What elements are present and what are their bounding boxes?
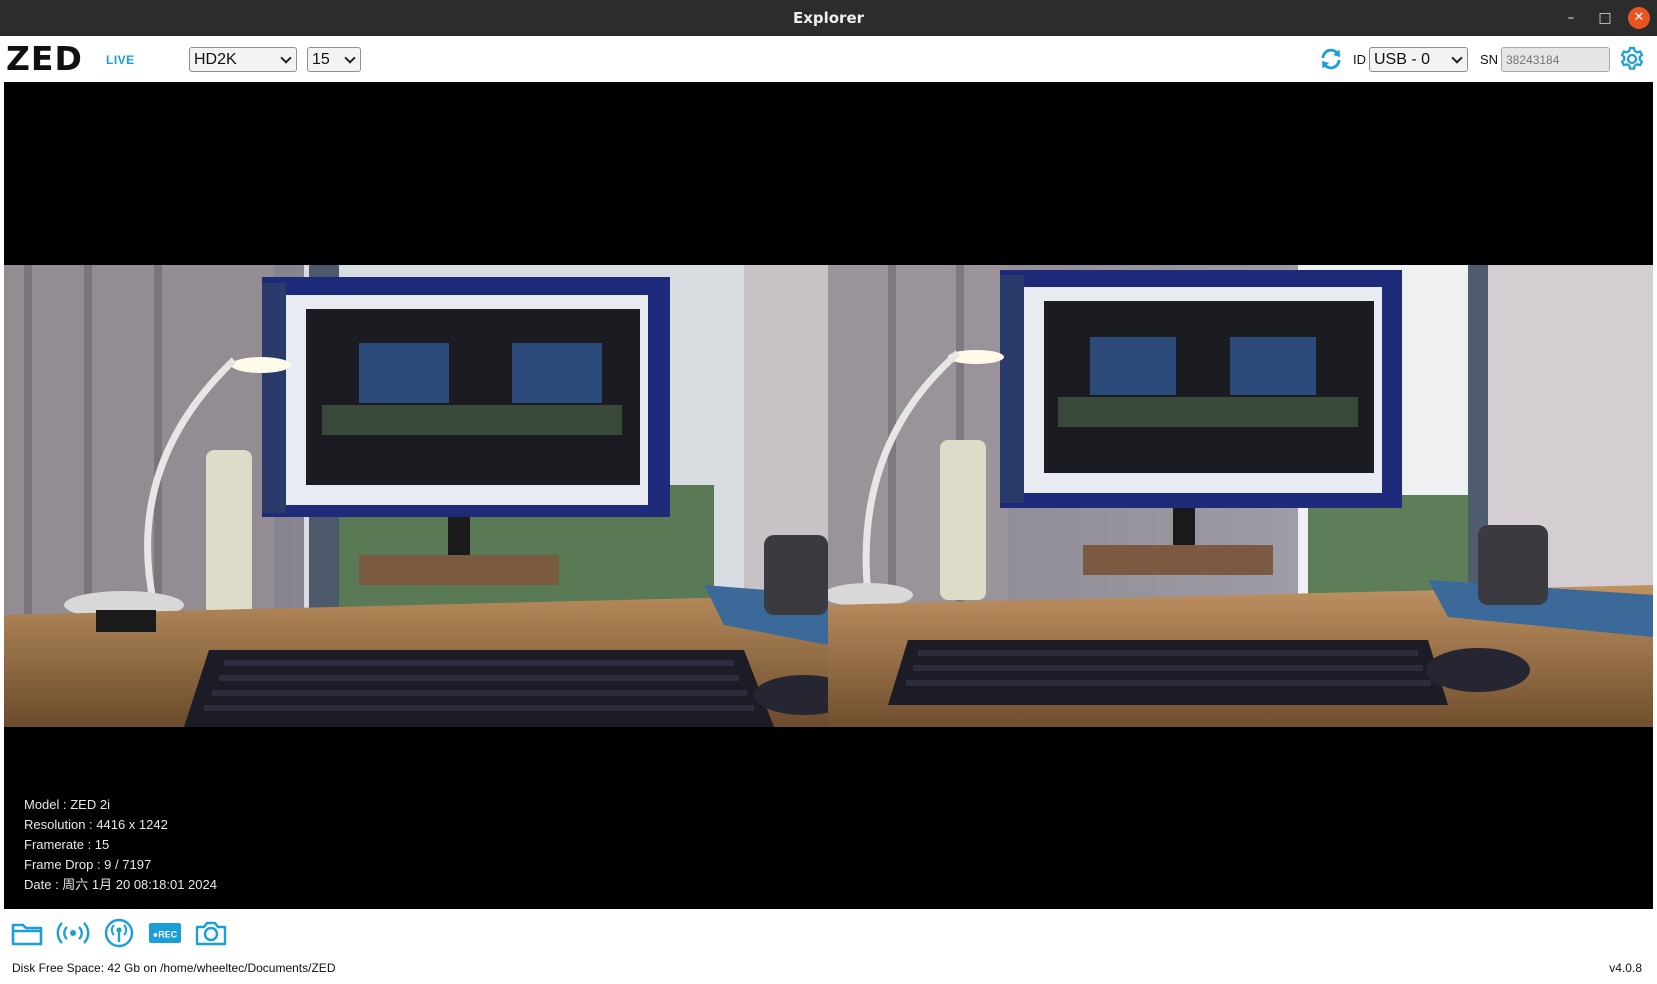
id-label: ID <box>1353 52 1366 67</box>
camera-icon[interactable] <box>194 918 228 948</box>
framerate-value: 15 <box>312 51 330 68</box>
serial-number-field[interactable] <box>1501 47 1610 72</box>
window-title: Explorer <box>792 9 865 27</box>
zed-logo: ZED <box>6 39 83 78</box>
maximize-button[interactable]: □ <box>1594 7 1616 29</box>
framerate-select[interactable]: 15 <box>307 47 361 72</box>
info-framerate: Framerate : 15 <box>24 837 110 852</box>
live-indicator: LIVE <box>106 53 135 67</box>
chevron-down-icon <box>344 52 356 64</box>
left-camera-frame <box>4 265 828 727</box>
record-icon[interactable]: ●REC <box>148 918 182 948</box>
info-date: Date : 周六 1月 20 08:18:01 2024 <box>24 877 217 892</box>
stream-icon[interactable] <box>56 918 90 948</box>
title-bar: Explorer – □ ✕ <box>0 0 1657 36</box>
resolution-value: HD2K <box>194 51 237 68</box>
folder-icon[interactable] <box>10 918 44 948</box>
info-resolution: Resolution : 4416 x 1242 <box>24 817 168 832</box>
right-camera-frame <box>828 265 1653 727</box>
broadcast-icon[interactable] <box>102 918 136 948</box>
toolbar: ZED LIVE HD2K 15 ID USB - 0 SN <box>0 36 1657 82</box>
disk-free-space: Disk Free Space: 42 Gb on /home/wheeltec… <box>12 961 336 975</box>
camera-id-select[interactable]: USB - 0 <box>1369 47 1468 72</box>
video-viewport: Model : ZED 2i Resolution : 4416 x 1242 … <box>4 82 1653 909</box>
minimize-button[interactable]: – <box>1560 7 1582 29</box>
info-model: Model : ZED 2i <box>24 797 110 812</box>
refresh-icon[interactable] <box>1319 47 1343 71</box>
record-icon-label: ●REC <box>153 930 178 940</box>
version-label: v4.0.8 <box>1609 961 1642 975</box>
close-button[interactable]: ✕ <box>1628 7 1650 29</box>
camera-info-overlay: Model : ZED 2i Resolution : 4416 x 1242 … <box>24 795 217 895</box>
chevron-down-icon <box>1451 52 1463 64</box>
resolution-select[interactable]: HD2K <box>189 47 297 72</box>
info-frame-drop: Frame Drop : 9 / 7197 <box>24 857 152 872</box>
chevron-down-icon <box>280 52 292 64</box>
camera-id-value: USB - 0 <box>1374 51 1431 68</box>
sn-label: SN <box>1480 52 1499 67</box>
gear-icon[interactable] <box>1619 46 1645 72</box>
bottom-bar: ●REC Disk Free Space: 42 Gb on /home/whe… <box>0 909 1657 984</box>
